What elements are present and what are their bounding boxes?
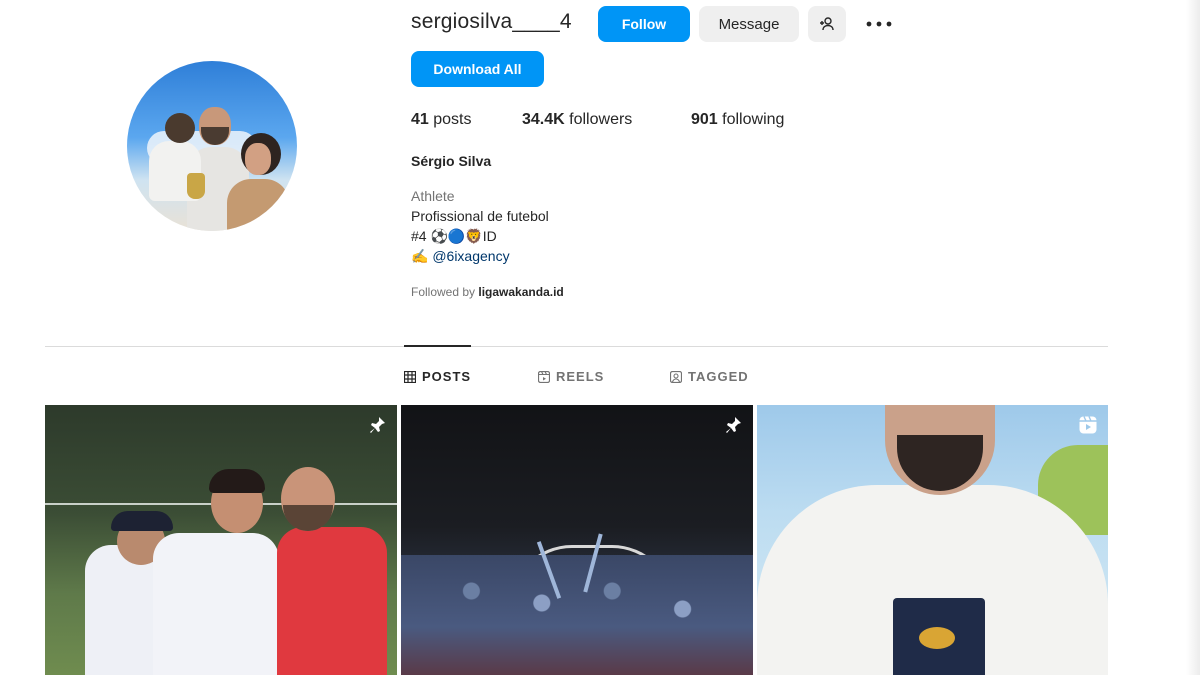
posts-count-value: 41 xyxy=(411,111,429,128)
post-thumbnail[interactable] xyxy=(401,405,753,675)
followed-by-user: ligawakanda.id xyxy=(478,285,564,299)
followers-count-value: 34.4K xyxy=(522,111,565,128)
reels-icon xyxy=(538,370,550,383)
tab-reels-label: REELS xyxy=(556,369,605,384)
reel-icon xyxy=(1078,415,1098,440)
suggest-users-button[interactable] xyxy=(808,6,846,42)
pin-icon xyxy=(723,415,743,440)
profile-full-name: Sérgio Silva xyxy=(411,153,492,169)
profile-divider xyxy=(45,346,1108,347)
followers-count-label: followers xyxy=(569,111,633,128)
follow-button[interactable]: Follow xyxy=(598,6,690,42)
post-thumbnail[interactable] xyxy=(757,405,1108,675)
window-edge-shadow xyxy=(1186,0,1200,675)
following-count-value: 901 xyxy=(691,111,718,128)
followers-count[interactable]: 34.4K followers xyxy=(522,111,632,129)
followed-by-prefix: Followed by xyxy=(411,285,479,299)
message-button[interactable]: Message xyxy=(699,6,799,42)
writing-hand-emoji: ✍ xyxy=(411,248,429,264)
pin-icon xyxy=(367,415,387,440)
more-icon xyxy=(866,21,892,27)
more-options-button[interactable] xyxy=(858,6,900,42)
bio-line-1: Profissional de futebol xyxy=(411,208,549,224)
bio-line-2: #4 ⚽🔵🦁ID xyxy=(411,228,497,244)
following-count-label: following xyxy=(722,111,785,128)
agency-mention-link[interactable]: @6ixagency xyxy=(432,248,509,264)
tab-posts[interactable]: POSTS xyxy=(404,369,471,384)
grid-icon xyxy=(404,370,416,383)
profile-category: Athlete xyxy=(411,188,455,204)
active-tab-indicator xyxy=(404,345,471,347)
post-thumbnail[interactable] xyxy=(45,405,397,675)
bio-line-3: ✍ @6ixagency xyxy=(411,248,510,265)
tab-tagged[interactable]: TAGGED xyxy=(670,369,749,384)
profile-username: sergiosilva____4 xyxy=(411,10,572,33)
add-user-icon xyxy=(820,17,834,31)
tab-posts-label: POSTS xyxy=(422,369,472,384)
tab-tagged-label: TAGGED xyxy=(688,369,749,384)
followed-by[interactable]: Followed by ligawakanda.id xyxy=(411,285,564,299)
profile-avatar[interactable] xyxy=(127,61,297,231)
posts-count-label: posts xyxy=(433,111,472,128)
download-all-button[interactable]: Download All xyxy=(411,51,544,87)
tab-reels[interactable]: REELS xyxy=(538,369,604,384)
following-count[interactable]: 901 following xyxy=(691,111,784,129)
posts-count: 41 posts xyxy=(411,111,472,129)
tagged-icon xyxy=(670,370,682,383)
